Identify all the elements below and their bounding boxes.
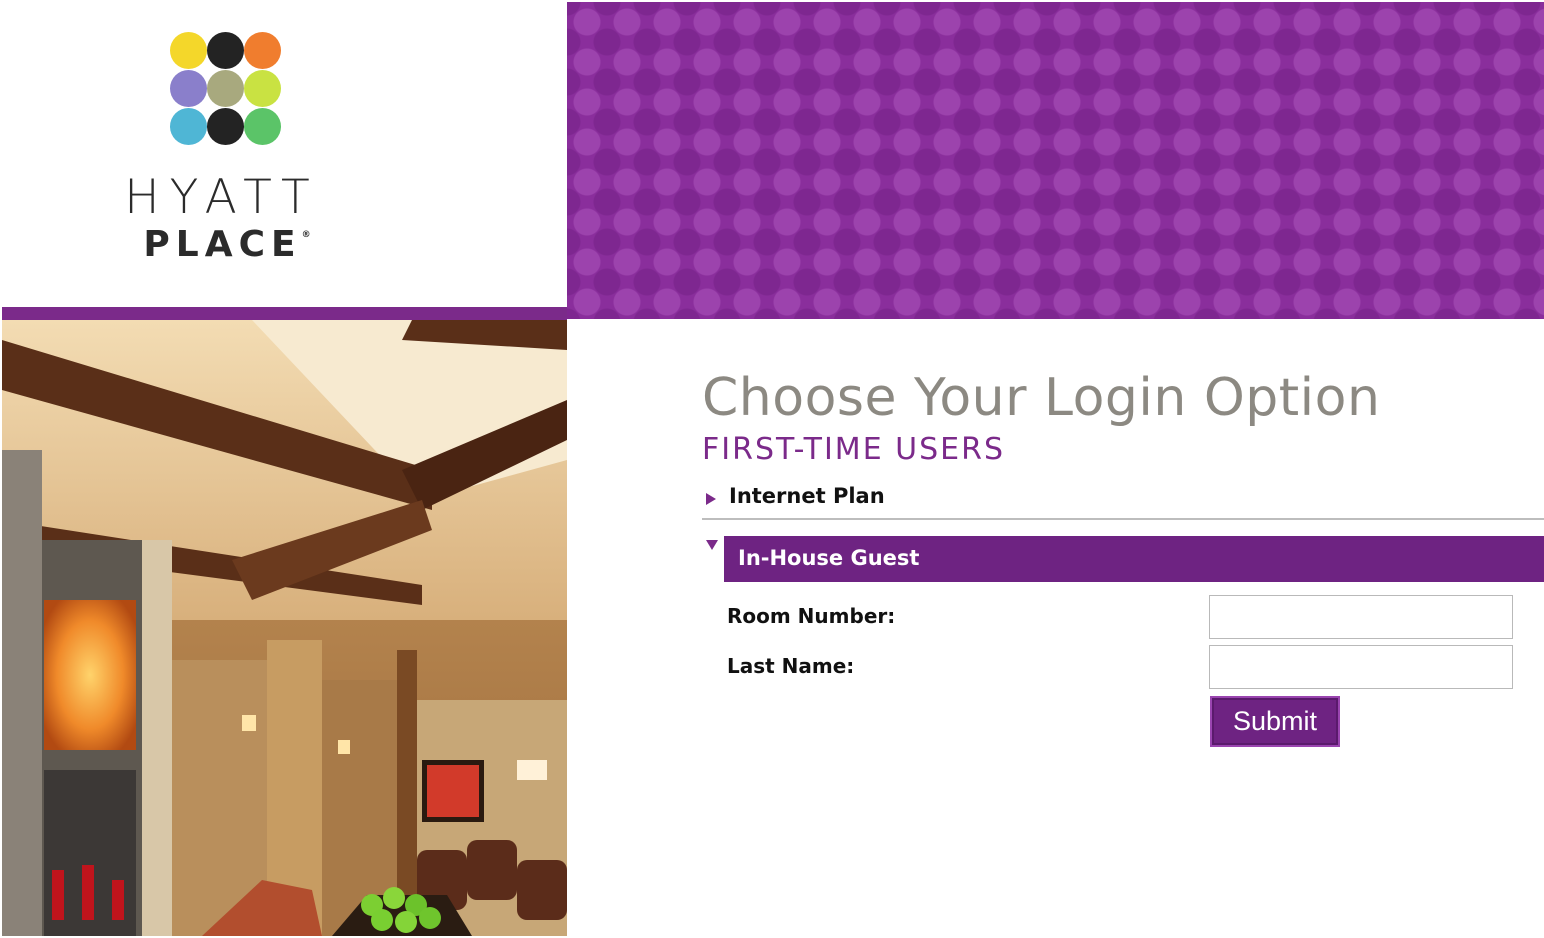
room-number-input[interactable] <box>1209 595 1513 639</box>
last-name-label: Last Name: <box>727 654 855 678</box>
logo-dot <box>244 70 281 107</box>
pattern-banner <box>567 2 1544 319</box>
internet-plan-toggle[interactable]: Internet Plan <box>702 484 1544 520</box>
in-house-guest-toggle[interactable]: In-House Guest <box>724 536 1544 582</box>
last-name-input[interactable] <box>1209 645 1513 689</box>
submit-button[interactable]: Submit <box>1210 696 1340 747</box>
logo-divider <box>2 307 567 320</box>
brand-name-line2: PLACE® <box>2 224 452 265</box>
logo-dot <box>170 108 207 145</box>
section-subtitle: FIRST-TIME USERS <box>702 432 1006 467</box>
page-title: Choose Your Login Option <box>702 368 1381 428</box>
login-page: HYATT PLACE® Choose Your Login Option FI… <box>0 0 1544 938</box>
logo-dots-icon <box>170 32 282 148</box>
logo-dot <box>170 70 207 107</box>
lobby-photo <box>2 320 567 936</box>
registered-mark: ® <box>301 230 311 240</box>
expand-arrow-icon <box>706 493 716 505</box>
in-house-guest-label: In-House Guest <box>738 546 920 570</box>
brand-place-text: PLACE <box>143 224 302 265</box>
logo-dot <box>207 32 244 69</box>
logo-dot <box>207 108 244 145</box>
logo-dot <box>244 108 281 145</box>
room-number-label: Room Number: <box>727 604 896 628</box>
logo-dot <box>170 32 207 69</box>
internet-plan-label: Internet Plan <box>729 484 885 508</box>
brand-name-line1: HYATT <box>124 170 320 225</box>
logo: HYATT PLACE® <box>2 2 567 307</box>
collapse-arrow-icon <box>706 540 718 550</box>
logo-dot <box>244 32 281 69</box>
logo-dot <box>207 70 244 107</box>
